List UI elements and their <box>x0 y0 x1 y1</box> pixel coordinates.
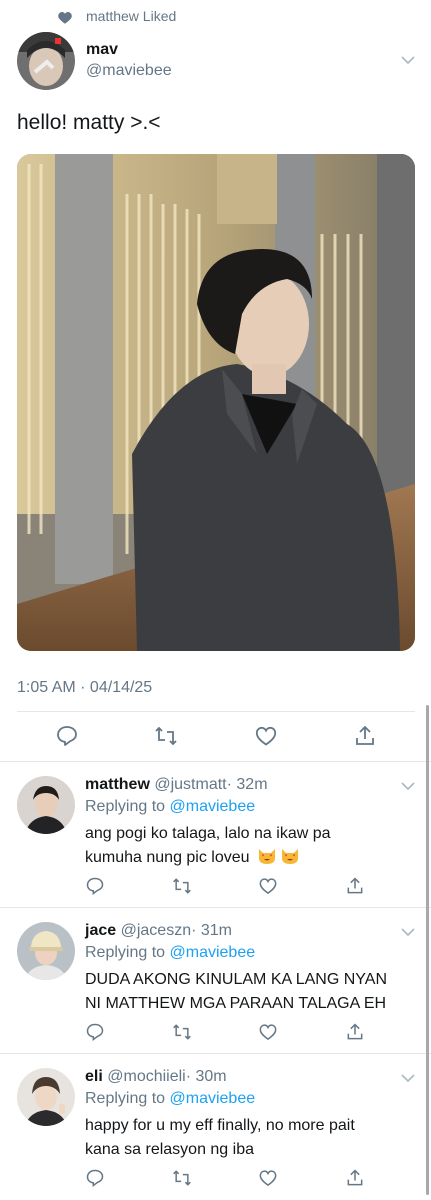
retweet-icon <box>172 1024 191 1040</box>
avatar[interactable] <box>17 32 75 90</box>
reply-actions <box>85 1168 365 1188</box>
divider <box>17 711 415 712</box>
share-icon <box>347 1169 363 1186</box>
share-icon <box>347 1023 363 1040</box>
share-icon <box>356 725 375 745</box>
replying-to: Replying to @maviebee <box>85 1090 255 1108</box>
reply-text-line: kana sa relasyon ng iba <box>85 1141 254 1158</box>
like-icon <box>255 726 276 746</box>
retweet-button[interactable] <box>172 1168 192 1188</box>
replying-to-link[interactable]: @maviebee <box>170 798 256 815</box>
reply-author-handle[interactable]: @justmatt <box>154 776 226 793</box>
share-button[interactable] <box>345 1022 365 1042</box>
replying-to: Replying to @maviebee <box>85 944 255 962</box>
avatar[interactable] <box>17 922 75 980</box>
tweet-text: hello! matty >.< <box>17 111 161 134</box>
reply-button[interactable] <box>85 876 105 896</box>
chevron-down-icon <box>401 782 415 791</box>
chevron-down-icon <box>401 56 415 65</box>
reply-tweet[interactable]: eli @mochiieli· 30m Replying to @maviebe… <box>0 1054 431 1200</box>
heart-eyes-cat-emoji <box>282 849 299 864</box>
retweet-icon <box>155 726 177 746</box>
reply-text-line: DUDA AKONG KINULAM KA LANG NYAN <box>85 971 388 988</box>
replying-to-label: Replying to <box>85 944 166 961</box>
retweet-icon <box>172 878 191 894</box>
retweet-button[interactable] <box>154 724 178 748</box>
like-button[interactable] <box>254 724 278 748</box>
avatar[interactable] <box>17 1068 75 1126</box>
like-icon <box>259 878 277 894</box>
avatar[interactable] <box>17 776 75 834</box>
reply-author-name[interactable]: matthew <box>85 776 150 793</box>
tweet-timestamp: 1:05 AM · 04/14/25 <box>17 679 153 696</box>
replying-to-link[interactable]: @maviebee <box>170 1090 256 1107</box>
reply-text: DUDA AKONG KINULAM KA LANG NYAN NI MATTH… <box>85 968 405 1016</box>
tweet-photo[interactable] <box>17 154 415 651</box>
replying-to-label: Replying to <box>85 1090 166 1107</box>
more-options-button[interactable] <box>400 778 416 794</box>
reply-author-handle[interactable]: @jaceszn <box>121 922 192 939</box>
reply-text-line: kumuha nung pic loveu <box>85 849 250 866</box>
author-handle[interactable]: @maviebee <box>86 62 172 80</box>
reply-time: · 31m <box>191 922 232 939</box>
scrollbar[interactable] <box>426 705 429 1195</box>
reply-icon <box>86 1169 104 1187</box>
reply-icon <box>86 1023 104 1041</box>
like-button[interactable] <box>258 1168 278 1188</box>
social-context-text: matthew Liked <box>86 8 177 24</box>
more-options-button[interactable] <box>400 1070 416 1086</box>
reply-author-name[interactable]: jace <box>85 922 116 939</box>
replying-to-label: Replying to <box>85 798 166 815</box>
retweet-button[interactable] <box>172 1022 192 1042</box>
reply-button[interactable] <box>55 724 79 748</box>
chevron-down-icon <box>401 928 415 937</box>
more-options-button[interactable] <box>400 52 416 68</box>
like-button[interactable] <box>258 876 278 896</box>
reply-icon <box>56 726 77 746</box>
reply-text-line: ang pogi ko talaga, lalo na ikaw pa <box>85 825 331 842</box>
tweet-actions <box>17 724 415 748</box>
retweet-button[interactable] <box>172 876 192 896</box>
share-button[interactable] <box>353 724 377 748</box>
reply-time: · 32m <box>226 776 268 793</box>
replying-to: Replying to @maviebee <box>85 798 255 816</box>
reply-tweet[interactable]: jace @jaceszn· 31m Replying to @maviebee… <box>0 908 431 1053</box>
like-button[interactable] <box>258 1022 278 1042</box>
share-button[interactable] <box>345 876 365 896</box>
reply-time: · 30m <box>185 1068 227 1085</box>
heart-eyes-cat-emoji <box>259 849 276 864</box>
share-icon <box>347 877 363 894</box>
reply-author-handle[interactable]: @mochiieli <box>107 1068 185 1085</box>
reply-text: ang pogi ko talaga, lalo na ikaw pa kumu… <box>85 822 405 870</box>
reply-actions <box>85 876 365 896</box>
author-name[interactable]: mav <box>86 41 118 59</box>
reply-icon <box>86 877 104 895</box>
reply-button[interactable] <box>85 1022 105 1042</box>
reply-actions <box>85 1022 365 1042</box>
more-options-button[interactable] <box>400 924 416 940</box>
chevron-down-icon <box>401 1074 415 1083</box>
reply-tweet[interactable]: matthew @justmatt· 32m Replying to @mavi… <box>0 762 431 907</box>
like-icon <box>259 1170 277 1186</box>
like-icon <box>259 1024 277 1040</box>
reply-author-name[interactable]: eli <box>85 1068 103 1085</box>
share-button[interactable] <box>345 1168 365 1188</box>
social-context: matthew Liked <box>58 8 177 24</box>
reply-text: happy for u my eff finally, no more pait… <box>85 1114 405 1162</box>
retweet-icon <box>172 1170 191 1186</box>
replying-to-link[interactable]: @maviebee <box>170 944 256 961</box>
reply-text-line: NI MATTHEW MGA PARAAN TALAGA EH <box>85 995 387 1012</box>
heart-icon <box>58 11 72 24</box>
reply-button[interactable] <box>85 1168 105 1188</box>
reply-text-line: happy for u my eff finally, no more pait <box>85 1117 355 1134</box>
